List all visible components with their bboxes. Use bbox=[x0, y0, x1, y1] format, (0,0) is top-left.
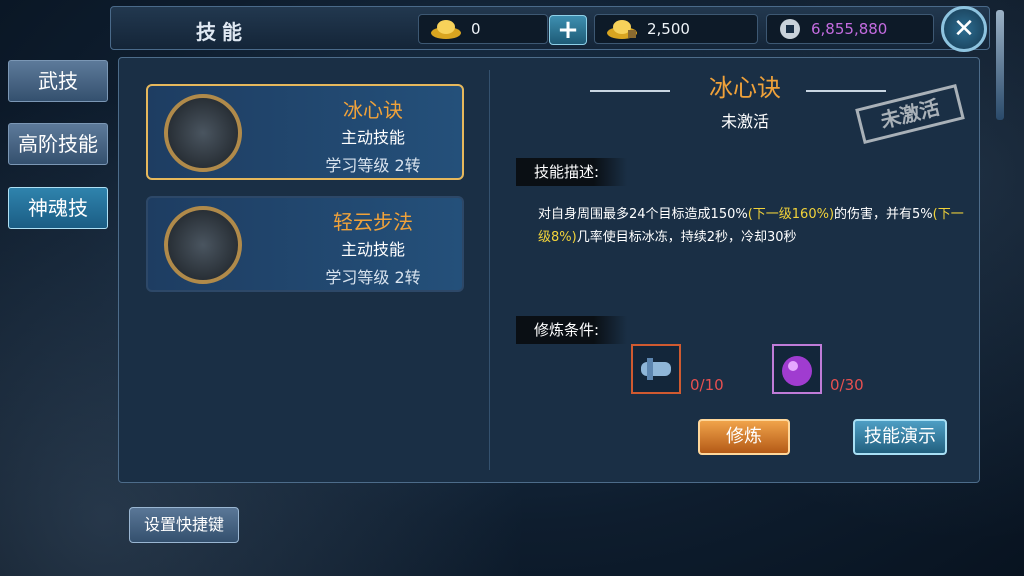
skill-level: 学习等级 2转 bbox=[325, 156, 421, 175]
scroll-icon bbox=[641, 358, 671, 380]
set-hotkey-button[interactable]: 设置快捷键 bbox=[129, 507, 239, 543]
bound-ingot-value: 2,500 bbox=[647, 20, 690, 38]
desc-highlight: (下一级160%) bbox=[747, 207, 835, 222]
tab-soul-skills[interactable]: 神魂技 bbox=[8, 187, 108, 229]
detail-skill-name: 冰心诀 bbox=[709, 74, 781, 102]
desc-text: 对自身周围最多24个目标造成150% bbox=[538, 207, 748, 222]
recharge-button[interactable]: + bbox=[549, 15, 587, 45]
item-slot-soul-orb[interactable] bbox=[772, 344, 822, 394]
gold-ingot-icon bbox=[431, 20, 461, 39]
skill-card-cloud-step[interactable]: 轻云步法 主动技能 学习等级 2转 bbox=[146, 196, 464, 292]
page-title: 技能 bbox=[196, 20, 248, 44]
ice-crystal-icon bbox=[164, 94, 242, 172]
skill-type: 主动技能 bbox=[340, 128, 405, 147]
desc-text: 几率使目标冰冻，持续2秒，冷却30秒 bbox=[576, 230, 797, 245]
bound-ingot-display: 2,500 bbox=[594, 14, 758, 44]
tab-advanced-skills[interactable]: 高阶技能 bbox=[8, 123, 108, 165]
close-icon: ✕ bbox=[953, 14, 975, 44]
ingot-value: 0 bbox=[471, 20, 481, 38]
item-slot-scroll[interactable] bbox=[631, 344, 681, 394]
desc-label: 技能描述: bbox=[516, 158, 628, 186]
skill-level: 学习等级 2转 bbox=[325, 268, 421, 287]
skill-card-ice-heart[interactable]: 冰心诀 主动技能 学习等级 2转 bbox=[146, 84, 464, 180]
close-button[interactable]: ✕ bbox=[941, 6, 987, 52]
purple-orb-icon bbox=[782, 356, 812, 386]
desc-text: 的伤害，并有5% bbox=[834, 207, 933, 222]
tab-martial-skills[interactable]: 武技 bbox=[8, 60, 108, 102]
decorative-pendant bbox=[996, 10, 1004, 120]
detail-status: 未激活 bbox=[720, 112, 769, 131]
silver-coin-icon bbox=[780, 19, 800, 39]
boot-icon bbox=[164, 206, 242, 284]
silver-display: 6,855,880 bbox=[766, 14, 934, 44]
ingot-display: 0 bbox=[418, 14, 548, 44]
panel-divider bbox=[489, 70, 490, 470]
condition-label: 修炼条件: bbox=[516, 316, 628, 344]
skill-type: 主动技能 bbox=[340, 240, 405, 259]
bound-gold-ingot-icon bbox=[607, 20, 637, 39]
item-count-soul-orb: 0/30 bbox=[830, 376, 864, 394]
skill-name: 冰心诀 bbox=[343, 98, 403, 122]
skill-description: 对自身周围最多24个目标造成150%(下一级160%)的伤害，并有5%(下一级8… bbox=[538, 203, 968, 249]
train-button[interactable]: 修炼 bbox=[698, 419, 790, 455]
silver-value: 6,855,880 bbox=[811, 20, 888, 38]
demo-button[interactable]: 技能演示 bbox=[853, 419, 947, 455]
item-count-scroll: 0/10 bbox=[690, 376, 724, 394]
skill-name: 轻云步法 bbox=[333, 210, 413, 234]
